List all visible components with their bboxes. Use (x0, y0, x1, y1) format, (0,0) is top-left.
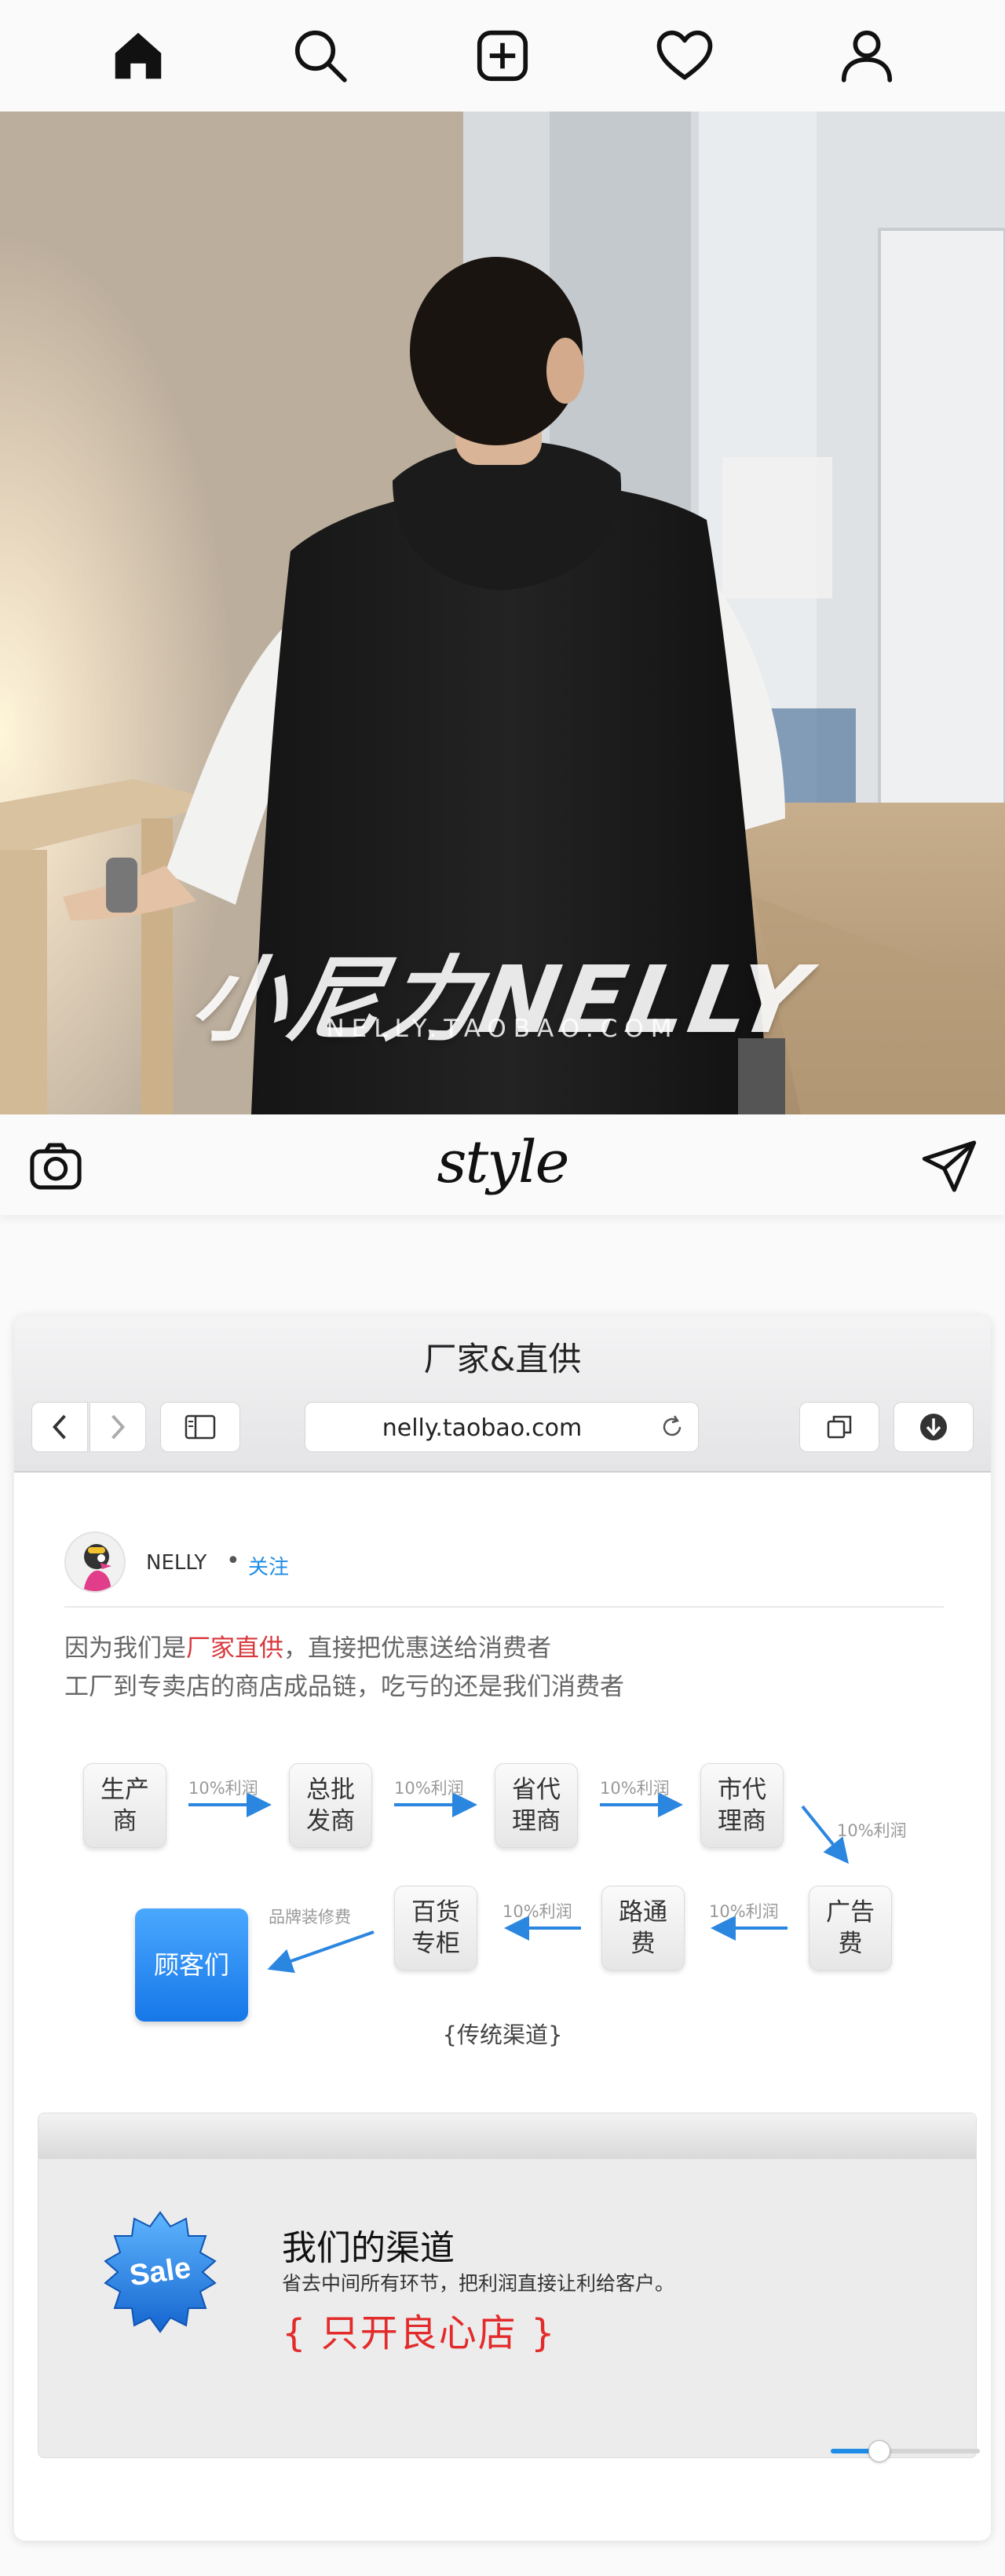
home-icon[interactable] (105, 23, 171, 89)
heart-icon[interactable] (652, 23, 718, 89)
flow-arrow (267, 1930, 375, 1974)
watermark-url: NELLY.TAOBAO.COM (326, 1015, 679, 1043)
profit-label: 10%利润 (188, 1779, 258, 1798)
app-brand-logo: style (437, 1129, 570, 1196)
diagram-caption: {传统渠道} (442, 2022, 563, 2048)
download-button[interactable] (894, 1402, 974, 1452)
url-text: nelly.taobao.com (382, 1414, 583, 1442)
chevron-right-icon (111, 1414, 126, 1440)
browser-title: 厂家&直供 (423, 1340, 582, 1378)
panel-header-band (38, 2113, 976, 2159)
send-icon[interactable] (917, 1134, 981, 1198)
channel-subtitle: 省去中间所有环节，把利润直接让利给客户。 (282, 2272, 675, 2295)
sidebar-button[interactable] (160, 1402, 240, 1452)
slider-handle[interactable] (868, 2440, 890, 2462)
channel-slogan: { 只开良心店 } (282, 2311, 557, 2355)
address-bar[interactable]: nelly.taobao.com (305, 1402, 699, 1452)
sale-badge-icon: Sale (104, 2211, 217, 2333)
browser-screenshot-card: 厂家&直供 nelly.taobao.com NELLY • 关注 因为我们是厂… (14, 1315, 991, 2541)
channel-title: 我们的渠道 (282, 2228, 455, 2268)
tabs-button[interactable] (799, 1402, 879, 1452)
browser-toolbar: 厂家&直供 nelly.taobao.com (14, 1315, 991, 1473)
reload-icon[interactable] (659, 1414, 685, 1444)
profit-label: 10%利润 (837, 1821, 907, 1840)
profile-icon[interactable] (834, 23, 900, 89)
our-channel-panel: Sale 我们的渠道 省去中间所有环节，把利润直接让利给客户。 { 只开良心店 … (38, 2113, 977, 2458)
chevron-left-icon (52, 1414, 66, 1440)
profit-label: 10%利润 (502, 1902, 572, 1921)
web-page-content: NELLY • 关注 因为我们是厂家直供，直接把优惠送给消费者 工厂到专卖店的商… (14, 1473, 991, 2541)
forward-button[interactable] (90, 1402, 146, 1452)
post-action-bar: style (0, 1114, 1005, 1215)
download-icon (920, 1414, 947, 1440)
add-post-icon[interactable] (470, 23, 535, 89)
decor-fee-label: 品牌装修费 (269, 1908, 351, 1927)
back-button[interactable] (31, 1402, 88, 1452)
profit-label: 10%利润 (709, 1902, 779, 1921)
profit-label: 10%利润 (394, 1779, 464, 1798)
top-navigation-bar (0, 0, 1005, 112)
profit-label: 10%利润 (600, 1779, 670, 1798)
post-photo[interactable]: 小尼力NELLY NELLY.TAOBAO.COM (0, 112, 1005, 1114)
flow-arrows (188, 1792, 850, 1974)
search-icon[interactable] (287, 23, 353, 89)
tabs-icon (827, 1415, 852, 1439)
sidebar-icon (185, 1414, 216, 1440)
